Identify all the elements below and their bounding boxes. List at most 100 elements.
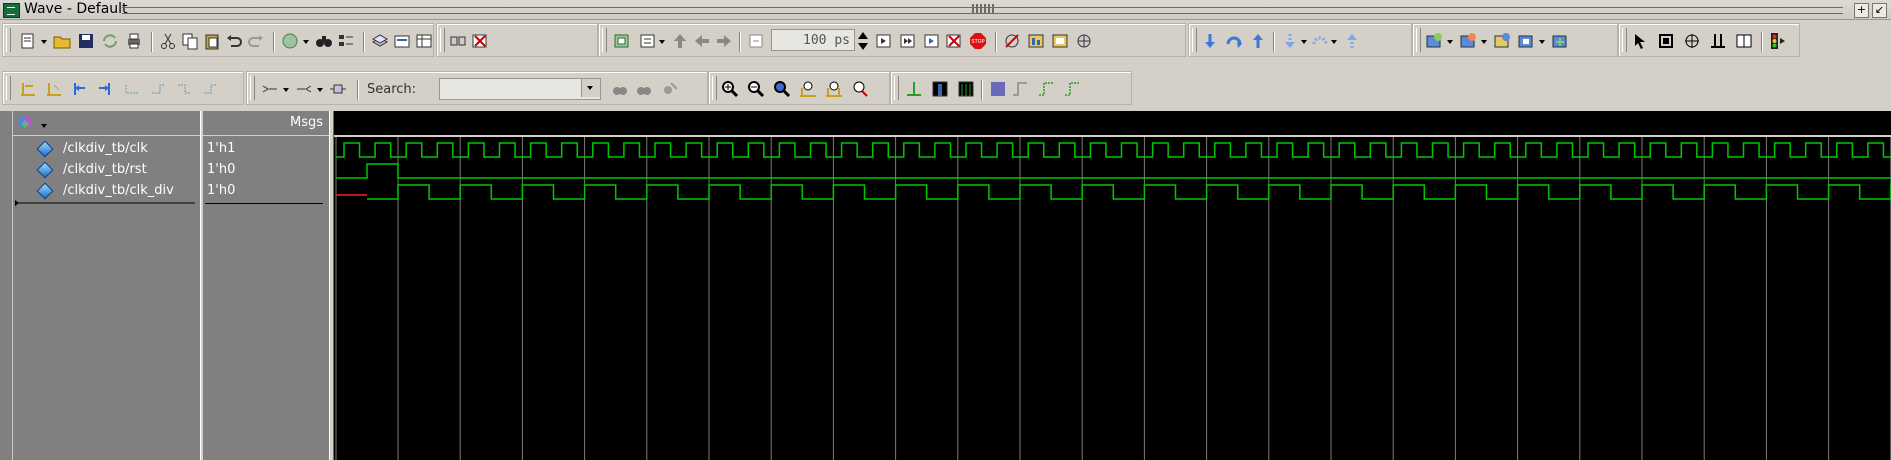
run-step-icon[interactable] <box>747 32 765 50</box>
undo-icon[interactable] <box>225 32 243 50</box>
waveform-canvas[interactable] <box>334 111 1891 460</box>
arrow-left-icon[interactable] <box>693 32 711 50</box>
find-binoculars-icon[interactable] <box>315 32 333 50</box>
compile-icon[interactable] <box>281 32 299 50</box>
memory-icon[interactable] <box>393 32 411 50</box>
arrow-right-icon[interactable] <box>715 32 733 50</box>
search-input[interactable] <box>439 78 601 100</box>
toolbar-handle[interactable] <box>6 76 11 100</box>
step-over-dotted-icon[interactable] <box>1311 32 1329 50</box>
add-log-icon[interactable] <box>1493 32 1511 50</box>
code-coverage-icon[interactable] <box>1075 32 1093 50</box>
zoom-cursors-icon[interactable] <box>825 80 843 98</box>
chevron-down-icon[interactable] <box>1481 40 1487 44</box>
remove-icon[interactable] <box>471 32 489 50</box>
print-icon[interactable] <box>125 32 143 50</box>
chevron-down-icon[interactable] <box>41 124 47 128</box>
toolbar-handle[interactable] <box>6 28 11 52</box>
chevron-down-icon[interactable] <box>317 88 323 92</box>
chevron-down-icon[interactable] <box>283 88 289 92</box>
toolbar-handle[interactable] <box>440 28 445 52</box>
display-format-icon[interactable] <box>989 80 1007 98</box>
wave-expand-icon[interactable] <box>931 80 949 98</box>
cut-icon[interactable] <box>159 32 177 50</box>
wave-rst[interactable] <box>336 163 1891 179</box>
dataflow-icon[interactable] <box>449 32 467 50</box>
table-icon[interactable] <box>415 32 433 50</box>
restart-icon[interactable] <box>613 32 631 50</box>
stop-icon[interactable]: STOP <box>969 32 987 50</box>
signal-row[interactable]: /clkdiv_tb/clk <box>13 140 201 160</box>
open-folder-icon[interactable] <box>53 32 71 50</box>
next-edge-icon[interactable] <box>95 80 113 98</box>
step-into-dotted-icon[interactable] <box>1281 32 1299 50</box>
layers-icon[interactable] <box>371 32 389 50</box>
find-next-transition-icon[interactable] <box>149 80 167 98</box>
edit-mode-icon[interactable] <box>1735 32 1753 50</box>
paste-icon[interactable] <box>203 32 221 50</box>
step-over-icon[interactable] <box>1225 32 1243 50</box>
zoom-full-icon[interactable] <box>773 80 791 98</box>
step-into-icon[interactable] <box>1201 32 1219 50</box>
find-falling-edge-icon[interactable] <box>175 80 193 98</box>
chevron-down-icon[interactable] <box>1331 40 1337 44</box>
run-length-icon[interactable] <box>639 32 657 50</box>
signal-row[interactable]: /clkdiv_tb/rst <box>13 161 201 181</box>
add-dataflow-icon[interactable] <box>1517 32 1535 50</box>
signal-filter-icon[interactable] <box>15 114 37 132</box>
zoom-in-cursor-icon[interactable] <box>799 80 817 98</box>
format-icon[interactable] <box>337 32 355 50</box>
search-dropdown[interactable] <box>581 79 600 97</box>
expand-icon[interactable] <box>261 80 279 98</box>
edge-rising-icon[interactable] <box>1011 80 1029 98</box>
chevron-down-icon[interactable] <box>1539 40 1545 44</box>
waveform-pane[interactable] <box>334 111 1891 460</box>
wave-clk-div[interactable] <box>367 184 1891 200</box>
search-next-icon[interactable] <box>635 80 653 98</box>
run-length-field[interactable]: 100 ps <box>771 29 855 51</box>
redo-icon[interactable] <box>247 32 265 50</box>
toolbar-handle[interactable] <box>250 76 255 100</box>
add-list-icon[interactable] <box>1459 32 1477 50</box>
collapse-icon[interactable] <box>295 80 313 98</box>
wave-compress-icon[interactable] <box>957 80 975 98</box>
edge-any-icon[interactable] <box>1063 80 1081 98</box>
traffic-light-icon[interactable] <box>1769 32 1787 50</box>
chevron-down-icon[interactable] <box>41 40 47 44</box>
search-options-icon[interactable] <box>661 80 679 98</box>
zoom-box-icon[interactable] <box>1657 32 1675 50</box>
copy-icon[interactable] <box>181 32 199 50</box>
new-file-icon[interactable] <box>19 32 37 50</box>
spinner-icon[interactable] <box>857 30 869 52</box>
pan-icon[interactable] <box>1683 32 1701 50</box>
wave-clk[interactable] <box>336 142 1891 158</box>
save-icon[interactable] <box>77 32 95 50</box>
edge-falling-icon[interactable] <box>1037 80 1055 98</box>
reload-icon[interactable] <box>101 32 119 50</box>
toolbar-handle[interactable] <box>1192 28 1197 52</box>
add-wave-icon[interactable] <box>1425 32 1443 50</box>
group-icon[interactable] <box>329 80 347 98</box>
toolbar-handle[interactable] <box>1622 28 1627 52</box>
memory-profile-icon[interactable] <box>1051 32 1069 50</box>
cursor-line-icon[interactable] <box>905 80 923 98</box>
delete-cursor-icon[interactable] <box>45 80 63 98</box>
prev-edge-icon[interactable] <box>71 80 89 98</box>
insert-cursor-icon[interactable] <box>19 80 37 98</box>
run-all-icon[interactable] <box>923 32 941 50</box>
step-out-icon[interactable] <box>1249 32 1267 50</box>
chevron-down-icon[interactable] <box>1301 40 1307 44</box>
toolbar-handle[interactable] <box>894 76 899 100</box>
cursor-lines-icon[interactable] <box>1709 32 1727 50</box>
chevron-down-icon[interactable] <box>659 40 665 44</box>
break-icon[interactable] <box>945 32 963 50</box>
run-icon[interactable] <box>875 32 893 50</box>
add-schematic-icon[interactable] <box>1551 32 1569 50</box>
pointer-icon[interactable] <box>1631 32 1649 50</box>
chevron-down-icon[interactable] <box>1447 40 1453 44</box>
arrow-up-icon[interactable] <box>671 32 689 50</box>
undock-button[interactable]: ↙ <box>1872 3 1887 18</box>
step-out-dotted-icon[interactable] <box>1343 32 1361 50</box>
clear-breakpoints-icon[interactable] <box>1003 32 1021 50</box>
performance-icon[interactable] <box>1027 32 1045 50</box>
